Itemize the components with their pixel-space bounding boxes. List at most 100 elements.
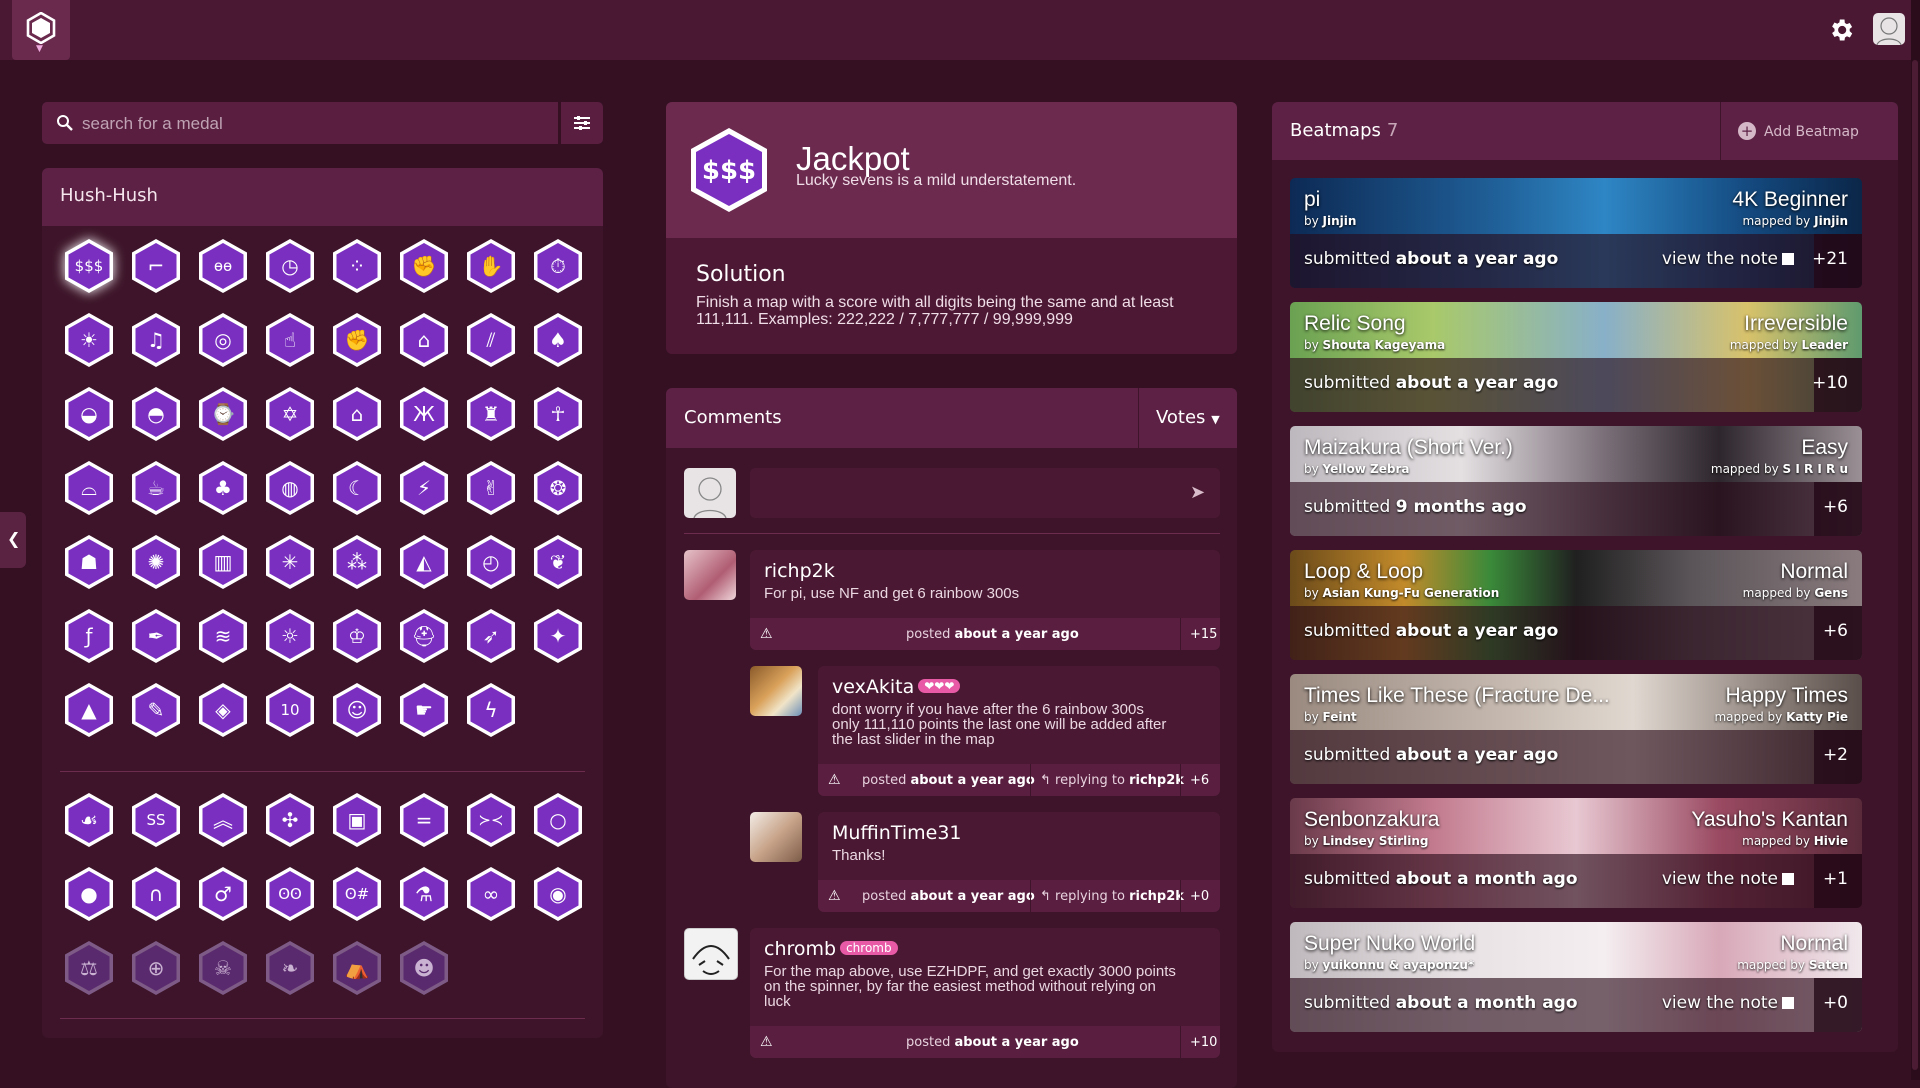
feather-medal-icon[interactable]: ✒	[127, 607, 185, 665]
medal-group-header[interactable]: Hush-Hush	[42, 168, 603, 226]
beatmap-card[interactable]: Maizakura (Short Ver.) by Yellow Zebra Eas…	[1290, 426, 1862, 536]
dancer-medal-icon[interactable]: ☥	[529, 385, 587, 443]
beatmap-card[interactable]: Loop & Loop by Asian Kung-Fu Generation No…	[1290, 550, 1862, 660]
beatmap-difficulty[interactable]: Irreversible	[1744, 312, 1848, 336]
comment-votes[interactable]: +15	[1190, 627, 1217, 642]
view-note-link[interactable]: view the note	[1662, 993, 1794, 1013]
comment-username[interactable]: richp2k	[764, 560, 835, 582]
beatmap-card[interactable]: Senbonzakura by Lindsey Stirling Yasuho's …	[1290, 798, 1862, 908]
sun-medal-icon[interactable]: ☀	[60, 311, 118, 369]
beatmap-difficulty[interactable]: Happy Times	[1725, 684, 1848, 708]
wings-medal-icon[interactable]: ❧	[261, 939, 319, 997]
app-menu-button[interactable]: ▼	[12, 0, 70, 60]
comment-input[interactable]	[750, 468, 1178, 518]
okay-hand-medal-icon[interactable]: ☺	[328, 681, 386, 739]
butterfly-medal-icon[interactable]: Ж	[395, 385, 453, 443]
comment-username[interactable]: MuffinTime31	[832, 822, 962, 844]
runner-medal-icon[interactable]: ⚡	[395, 459, 453, 517]
burst-medal-icon[interactable]: ✳	[261, 533, 319, 591]
comment-votes[interactable]: +6	[1190, 773, 1209, 788]
turtle-medal-icon[interactable]: ◓	[127, 385, 185, 443]
view-note-link[interactable]: view the note	[1662, 869, 1794, 889]
thumbs-up-medal-icon[interactable]: ☛	[395, 681, 453, 739]
beatmap-song-title[interactable]: Times Like These (Fracture De...	[1304, 684, 1610, 708]
beatmap-votes[interactable]: +1	[1814, 854, 1862, 908]
comment-username[interactable]: chromb chromb	[764, 938, 898, 960]
filter-button[interactable]	[561, 102, 603, 144]
comment-avatar[interactable]	[684, 928, 738, 980]
beatmap-difficulty[interactable]: Normal	[1780, 560, 1848, 584]
top-hat-medal-icon[interactable]: ♜	[462, 385, 520, 443]
o-o-hash-medal-icon[interactable]: ʘ#	[328, 865, 386, 923]
comment-avatar[interactable]	[750, 812, 802, 862]
ring-medal-icon[interactable]: ○	[529, 791, 587, 849]
beatmap-card[interactable]: Relic Song by Shouta Kageyama Irreversible…	[1290, 302, 1862, 412]
ten-medal-icon[interactable]: 10	[261, 681, 319, 739]
gun-medal-icon[interactable]: ⌐	[127, 237, 185, 295]
beatmap-song-title[interactable]: Maizakura (Short Ver.)	[1304, 436, 1513, 460]
sunrise-medal-icon[interactable]: ◒	[60, 385, 118, 443]
dots-medal-icon[interactable]: ⁘	[328, 237, 386, 295]
dollar-medal-icon[interactable]: $$$	[60, 237, 118, 295]
beatmap-song-title[interactable]: pi	[1304, 188, 1320, 212]
bug-medal-icon[interactable]: ✺	[127, 533, 185, 591]
report-warning-icon[interactable]: ⚠	[760, 626, 773, 642]
flame-hand-medal-icon[interactable]: ✋	[462, 237, 520, 295]
clock-face-medal-icon[interactable]: ◴	[462, 533, 520, 591]
tree-medal-icon[interactable]: ♣	[194, 459, 252, 517]
rock-hand-medal-icon[interactable]: ✌	[462, 459, 520, 517]
slashes-medal-icon[interactable]: ⫽	[462, 311, 520, 369]
beatmap-votes[interactable]: +6	[1814, 606, 1862, 660]
hand-flame-medal-icon[interactable]: ☝	[261, 311, 319, 369]
reply-to-link[interactable]: ↰ replying to richp2k	[1040, 773, 1184, 788]
skyscraper-medal-icon[interactable]: ▥	[194, 533, 252, 591]
page-scrollbar-thumb[interactable]	[1912, 60, 1918, 1070]
settings-gear-icon[interactable]	[1827, 16, 1855, 44]
beatmap-song-title[interactable]: Super Nuko World	[1304, 932, 1475, 956]
glasses-medal-icon[interactable]: ∞	[462, 865, 520, 923]
face-medal-icon[interactable]: ☻	[395, 939, 453, 997]
comment-username[interactable]: vexAkita ❤❤❤	[832, 676, 961, 698]
comment-avatar[interactable]	[684, 550, 736, 600]
beatmap-difficulty[interactable]: 4K Beginner	[1732, 188, 1848, 212]
beatmap-votes[interactable]: +6	[1814, 482, 1862, 536]
angry-face-medal-icon[interactable]: ≻≺	[462, 791, 520, 849]
function-medal-icon[interactable]: ƒ	[60, 607, 118, 665]
beatmap-card[interactable]: Super Nuko World by yuikonnu & ayaponzu* N…	[1290, 922, 1862, 1032]
beatmap-card[interactable]: pi by Jinjin 4K Beginner mapped by Jinjin su…	[1290, 178, 1862, 288]
beatmap-difficulty[interactable]: Normal	[1780, 932, 1848, 956]
fist-medal-icon[interactable]: ✊	[395, 237, 453, 295]
scales-medal-icon[interactable]: ⚖	[60, 939, 118, 997]
o-o-medal-icon[interactable]: ʘʘ	[261, 865, 319, 923]
bulb-medal-icon[interactable]: ☼	[261, 607, 319, 665]
shapes-medal-icon[interactable]: ◭	[395, 533, 453, 591]
comment-avatar[interactable]	[750, 666, 802, 716]
reply-to-link[interactable]: ↰ replying to richp2k	[1040, 889, 1184, 904]
flask-medal-icon[interactable]: ⚗	[395, 865, 453, 923]
beatmap-song-title[interactable]: Relic Song	[1304, 312, 1406, 336]
beatmap-votes[interactable]: +21	[1812, 234, 1862, 288]
cup-medal-icon[interactable]: ☕	[127, 459, 185, 517]
comment-votes[interactable]: +0	[1190, 889, 1209, 904]
mushroom-medal-icon[interactable]: ♠	[529, 311, 587, 369]
comment-votes[interactable]: +10	[1190, 1035, 1217, 1050]
circle-medal-icon[interactable]: ●	[60, 865, 118, 923]
bubbles-medal-icon[interactable]: ❂	[529, 459, 587, 517]
triforce-medal-icon[interactable]: ▲	[60, 681, 118, 739]
target-medal-icon[interactable]: ◎	[194, 311, 252, 369]
send-comment-button[interactable]: ➤	[1178, 468, 1220, 518]
sidebar-toggle-button[interactable]: ❮	[0, 512, 26, 568]
lightning-medal-icon[interactable]: ϟ	[462, 681, 520, 739]
arch-medal-icon[interactable]: ∩	[127, 865, 185, 923]
beatmap-card[interactable]: Times Like These (Fracture De... by Feint…	[1290, 674, 1862, 784]
male-medal-icon[interactable]: ♂	[194, 865, 252, 923]
eyes-medal-icon[interactable]: ɵɵ	[194, 237, 252, 295]
view-note-link[interactable]: view the note	[1662, 249, 1794, 269]
rocket-medal-icon[interactable]: ➶	[462, 607, 520, 665]
beatmap-votes[interactable]: +0	[1814, 978, 1862, 1032]
rings-medal-icon[interactable]: ◍	[261, 459, 319, 517]
sunglasses-medal-icon[interactable]: ⌓	[60, 459, 118, 517]
mug-medal-icon[interactable]: ▣	[328, 791, 386, 849]
skull-medal-icon[interactable]: ☠	[194, 939, 252, 997]
pentagram-medal-icon[interactable]: ✡	[261, 385, 319, 443]
